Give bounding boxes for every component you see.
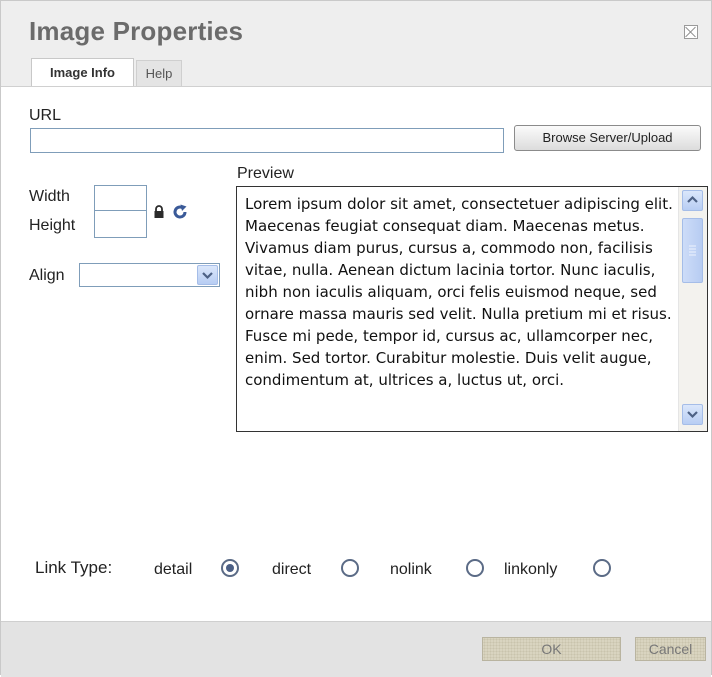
image-properties-dialog: Image Properties Image Info Help URL Bro…: [0, 0, 712, 677]
link-option-linkonly-label: linkonly: [504, 561, 558, 578]
chevron-down-icon[interactable]: [197, 265, 218, 285]
title-bar: Image Properties Image Info Help: [1, 1, 711, 87]
preview-box[interactable]: Lorem ipsum dolor sit amet, consectetuer…: [236, 186, 708, 432]
link-option-detail-label: detail: [154, 561, 193, 578]
link-option-nolink-radio[interactable]: [466, 559, 484, 577]
height-label: Height: [29, 217, 76, 234]
width-input[interactable]: [94, 185, 147, 211]
link-option-detail-radio[interactable]: [221, 559, 239, 577]
cancel-button[interactable]: Cancel: [635, 637, 706, 661]
url-label: URL: [29, 107, 62, 124]
reset-size-icon[interactable]: [171, 203, 189, 221]
scroll-thumb[interactable]: [682, 218, 703, 283]
width-label: Width: [29, 188, 70, 205]
preview-label: Preview: [237, 165, 294, 182]
tab-divider: [1, 86, 711, 87]
link-option-direct-radio[interactable]: [341, 559, 359, 577]
preview-scrollbar[interactable]: [678, 187, 707, 431]
preview-text: Lorem ipsum dolor sit amet, consectetuer…: [245, 195, 673, 389]
lock-icon[interactable]: [153, 205, 165, 219]
url-input[interactable]: [30, 128, 504, 153]
browse-server-button[interactable]: Browse Server/Upload: [514, 125, 701, 151]
scroll-up-icon[interactable]: [682, 190, 703, 211]
link-type-label: Link Type:: [35, 558, 113, 577]
link-option-nolink-label: nolink: [390, 561, 432, 578]
scroll-down-icon[interactable]: [682, 404, 703, 425]
tab-image-info[interactable]: Image Info: [31, 58, 134, 87]
link-option-linkonly-radio[interactable]: [593, 559, 611, 577]
ok-button[interactable]: OK: [482, 637, 621, 661]
align-label: Align: [29, 267, 65, 284]
link-option-direct-label: direct: [272, 561, 312, 578]
height-input[interactable]: [94, 210, 147, 238]
tab-help[interactable]: Help: [136, 60, 182, 87]
close-icon[interactable]: [684, 25, 698, 39]
dialog-title: Image Properties: [29, 16, 244, 46]
align-select[interactable]: [79, 263, 220, 287]
